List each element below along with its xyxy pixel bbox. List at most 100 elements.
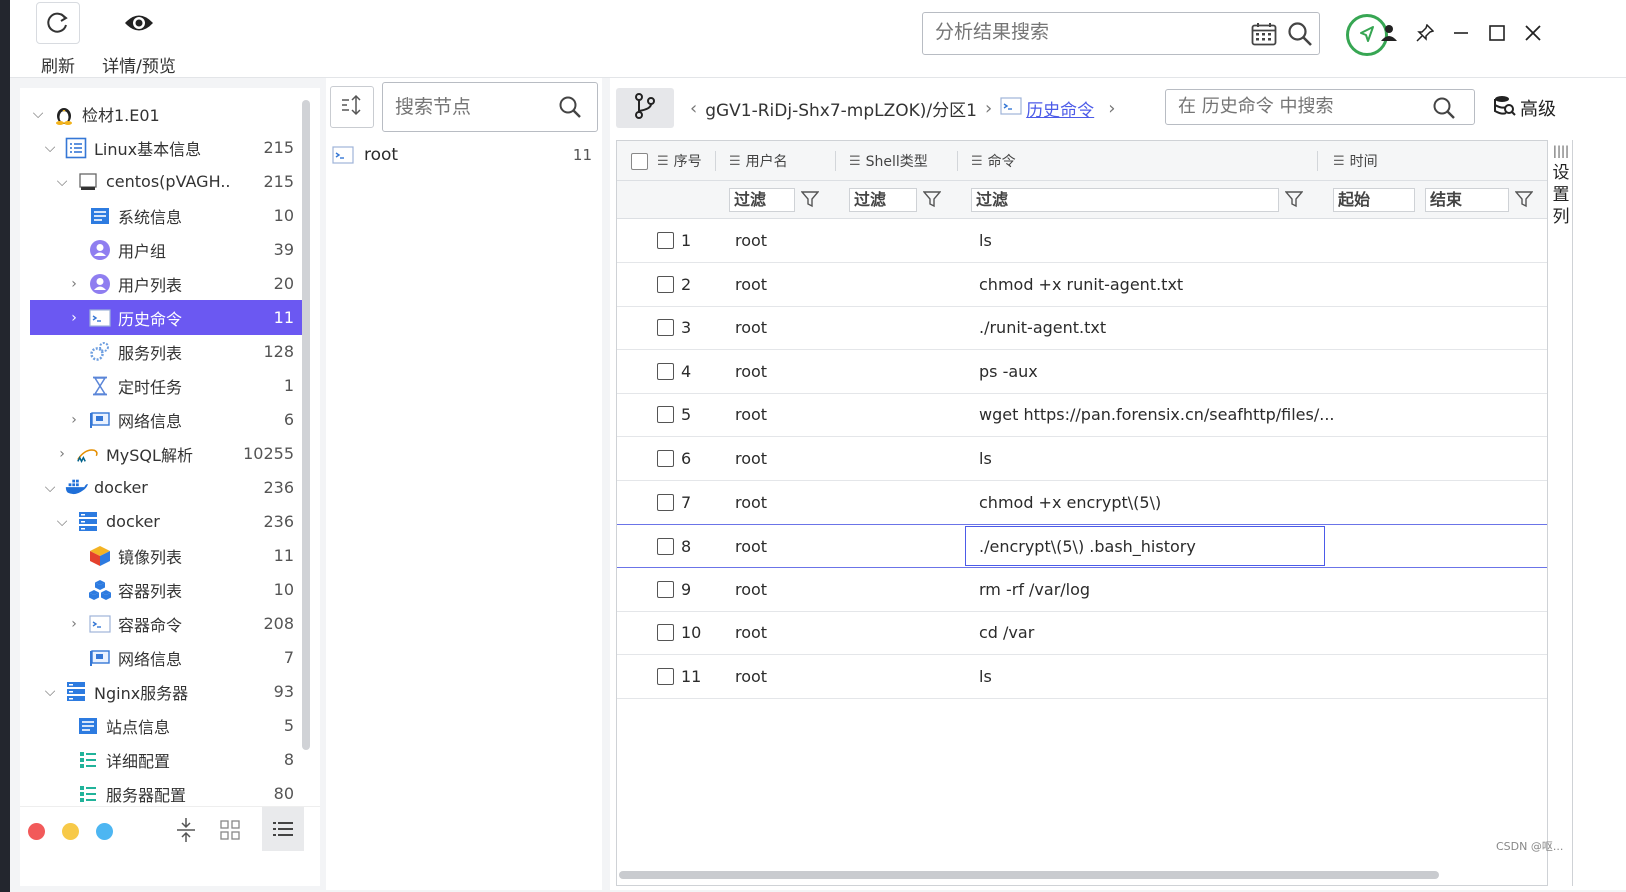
- chevron-right-icon[interactable]: ›: [66, 276, 82, 292]
- table-row[interactable]: 8 root ./encrypt\(5\) .bash_history: [617, 524, 1547, 569]
- search-icon[interactable]: [558, 95, 582, 123]
- set-columns-button[interactable]: |||| 设 置 列: [1550, 140, 1572, 280]
- row-checkbox[interactable]: [657, 263, 674, 306]
- result-search-field[interactable]: [922, 12, 1320, 55]
- tree-item-container-network[interactable]: 网络信息 7: [30, 640, 302, 675]
- column-divider[interactable]: [835, 151, 836, 171]
- chevron-right-icon[interactable]: ›: [66, 616, 82, 632]
- cmd-cell[interactable]: chmod +x runit-agent.txt: [979, 263, 1183, 306]
- select-all-checkbox[interactable]: [631, 141, 648, 181]
- filter-icon[interactable]: [800, 190, 820, 212]
- row-checkbox[interactable]: [657, 306, 674, 349]
- tree-item-site-info[interactable]: 站点信息 5: [30, 708, 302, 743]
- advanced-search-button[interactable]: 高级: [1494, 94, 1556, 122]
- col-user[interactable]: ☰ 用户名: [729, 141, 788, 181]
- row-checkbox[interactable]: [657, 525, 674, 568]
- result-search-input[interactable]: [935, 21, 1225, 43]
- tree-item-images[interactable]: 镜像列表 11: [30, 538, 302, 573]
- row-checkbox[interactable]: [657, 481, 674, 524]
- tree-item-evidence[interactable]: ⌵ 检材1.E01: [30, 96, 302, 131]
- row-checkbox[interactable]: [657, 437, 674, 480]
- chevron-down-icon[interactable]: ⌵: [42, 140, 58, 156]
- branch-button[interactable]: [616, 88, 674, 128]
- node-search-input[interactable]: [395, 96, 545, 118]
- col-cmd[interactable]: ☰ 命令: [971, 141, 1016, 181]
- col-time[interactable]: ☰ 时间: [1333, 141, 1378, 181]
- tree-item-network-info[interactable]: › 网络信息 6: [30, 402, 302, 437]
- close-icon[interactable]: [1520, 20, 1546, 46]
- row-checkbox[interactable]: [657, 219, 674, 262]
- history-search-input[interactable]: [1178, 96, 1408, 117]
- tree-item-user-groups[interactable]: 用户组 39: [30, 232, 302, 267]
- minimize-icon[interactable]: [1448, 20, 1474, 46]
- column-divider[interactable]: [957, 151, 958, 171]
- breadcrumb-path[interactable]: gGV1-RiDj-Shx7-mpLZOK)/分区1: [705, 96, 977, 121]
- chevron-down-icon[interactable]: ⌵: [54, 514, 70, 530]
- node-item-root[interactable]: root 11: [332, 140, 592, 170]
- table-row[interactable]: 11 root ls: [617, 655, 1547, 699]
- user-filter-input[interactable]: 过滤: [729, 188, 795, 212]
- table-row[interactable]: 1 root ls: [617, 219, 1547, 263]
- col-shell[interactable]: ☰ Shell类型: [849, 141, 928, 181]
- row-checkbox[interactable]: [657, 655, 674, 698]
- chevron-down-icon[interactable]: ⌵: [54, 174, 70, 190]
- tree-item-history-commands[interactable]: › 历史命令 11: [30, 300, 302, 335]
- history-search-field[interactable]: [1165, 89, 1475, 125]
- cmd-cell[interactable]: ls: [979, 655, 992, 698]
- grid-view-icon[interactable]: [220, 820, 240, 844]
- tree-item-centos[interactable]: ⌵ centos(pVAGH... 215: [30, 164, 302, 199]
- breadcrumb-current[interactable]: 历史命令: [1026, 96, 1094, 121]
- cmd-cell[interactable]: rm -rf /var/log: [979, 568, 1090, 611]
- time-end-input[interactable]: 结束: [1425, 188, 1509, 212]
- cmd-cell[interactable]: ./runit-agent.txt: [979, 306, 1106, 349]
- cmd-cell[interactable]: ls: [979, 437, 992, 480]
- list-view-icon[interactable]: [262, 807, 304, 851]
- collapse-icon[interactable]: [175, 817, 197, 847]
- row-checkbox[interactable]: [657, 611, 674, 654]
- table-row[interactable]: 3 root ./runit-agent.txt: [617, 306, 1547, 351]
- row-checkbox[interactable]: [657, 568, 674, 611]
- filter-icon[interactable]: [1284, 190, 1304, 212]
- search-icon[interactable]: [1287, 21, 1313, 51]
- filter-icon[interactable]: [1514, 190, 1534, 212]
- chevron-down-icon[interactable]: ⌵: [42, 480, 58, 496]
- chevron-down-icon[interactable]: ⌵: [42, 684, 58, 700]
- pin-icon[interactable]: [1412, 20, 1438, 46]
- cmd-filter-input[interactable]: 过滤: [971, 188, 1279, 212]
- chevron-right-icon[interactable]: ›: [66, 412, 82, 428]
- chevron-right-icon[interactable]: ›: [54, 446, 70, 462]
- chevron-left-icon[interactable]: ‹: [690, 98, 697, 119]
- chevron-right-icon[interactable]: ›: [1108, 98, 1115, 119]
- table-row[interactable]: 4 root ps -aux: [617, 350, 1547, 394]
- table-row[interactable]: 6 root ls: [617, 437, 1547, 481]
- table-row[interactable]: 7 root chmod +x encrypt\(5\): [617, 481, 1547, 525]
- tree-item-system-info[interactable]: 系统信息 10: [30, 198, 302, 233]
- refresh-button[interactable]: 刷新: [18, 2, 98, 77]
- preview-button[interactable]: 详情/预览: [94, 2, 184, 77]
- red-dot-button[interactable]: [28, 823, 45, 840]
- table-row[interactable]: 5 root wget https://pan.forensix.cn/seafht…: [617, 393, 1547, 438]
- cmd-cell[interactable]: ps -aux: [979, 350, 1038, 393]
- shell-filter-input[interactable]: 过滤: [849, 188, 917, 212]
- search-icon[interactable]: [1432, 96, 1456, 124]
- time-start-input[interactable]: 起始: [1333, 188, 1415, 212]
- sort-button[interactable]: [330, 86, 374, 128]
- row-checkbox[interactable]: [657, 393, 674, 436]
- tree-item-mysql[interactable]: › MySQL解析 10255: [30, 436, 302, 471]
- horizontal-scrollbar[interactable]: [619, 871, 1439, 879]
- tree-item-docker-server[interactable]: ⌵ docker 236: [30, 504, 302, 539]
- table-row[interactable]: 2 root chmod +x runit-agent.txt: [617, 263, 1547, 307]
- cmd-cell[interactable]: chmod +x encrypt\(5\): [979, 481, 1161, 524]
- tree-item-nginx[interactable]: ⌵ Nginx服务器 93: [30, 674, 302, 709]
- column-divider[interactable]: [1317, 151, 1318, 171]
- chevron-right-icon[interactable]: ›: [66, 310, 82, 326]
- tree-item-container-commands[interactable]: › 容器命令 208: [30, 606, 302, 641]
- table-row[interactable]: 9 root rm -rf /var/log: [617, 568, 1547, 612]
- chevron-down-icon[interactable]: ⌵: [30, 106, 46, 122]
- tree-item-user-list[interactable]: › 用户列表 20: [30, 266, 302, 301]
- col-seq[interactable]: ☰ 序号: [657, 141, 702, 181]
- cmd-cell[interactable]: ls: [979, 219, 992, 262]
- cmd-cell[interactable]: cd /var: [979, 611, 1034, 654]
- node-search-field[interactable]: [382, 82, 598, 132]
- table-row[interactable]: 10 root cd /var: [617, 611, 1547, 656]
